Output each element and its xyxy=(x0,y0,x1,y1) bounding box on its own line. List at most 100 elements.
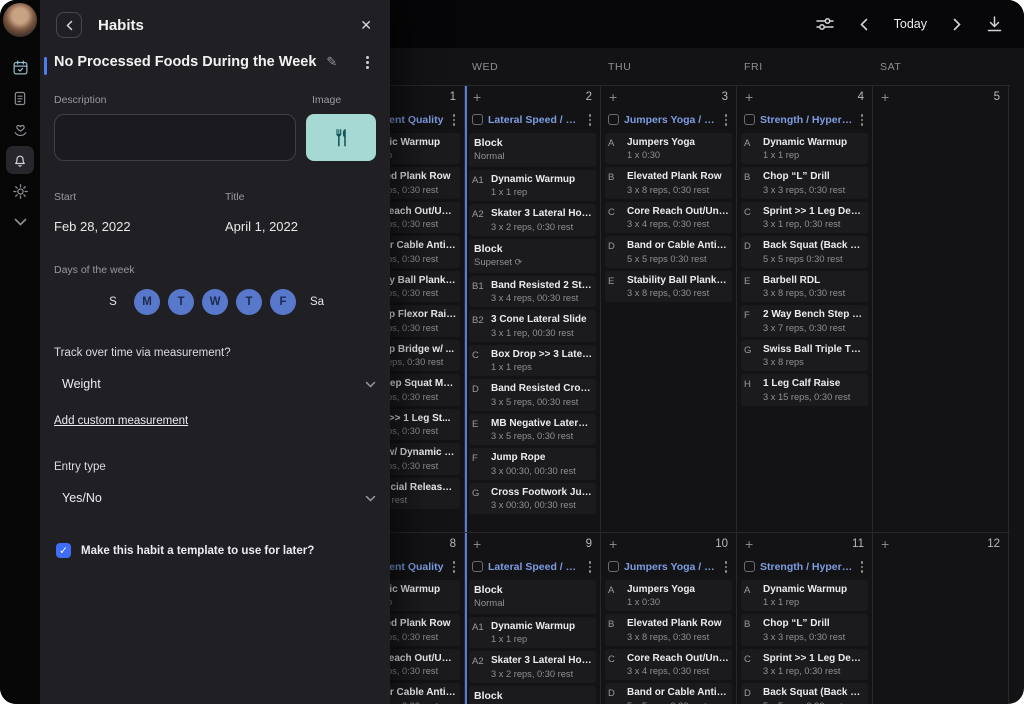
exercise-item[interactable]: CSprint >> 1 Leg Declarations3 x 1 rep, … xyxy=(741,649,868,681)
add-event-icon[interactable]: + xyxy=(473,538,481,550)
exercise-item[interactable]: B1Band Resisted 2 Step Late...3 x 4 reps… xyxy=(469,276,596,308)
exercise-item[interactable]: EBarbell RDL3 x 8 reps, 0:30 rest xyxy=(741,271,868,303)
entry-type-select[interactable]: Yes/No xyxy=(62,491,376,505)
habit-menu-icon[interactable] xyxy=(363,55,372,70)
next-week-button[interactable] xyxy=(953,18,961,31)
close-button[interactable]: ✕ xyxy=(358,13,374,38)
workout-checkbox[interactable] xyxy=(608,114,619,125)
workout-menu-icon[interactable] xyxy=(858,113,867,127)
workout-checkbox[interactable] xyxy=(472,114,483,125)
exercise-item[interactable]: A1Dynamic Warmup1 x 1 rep xyxy=(469,617,596,649)
exercise-item[interactable]: EStability Ball Plank Linear ...3 x 8 re… xyxy=(605,271,732,303)
export-button[interactable] xyxy=(987,16,1002,32)
sidebar-expand[interactable] xyxy=(6,208,34,236)
workout-menu-icon[interactable] xyxy=(586,113,595,127)
day-toggle[interactable]: W xyxy=(202,289,228,315)
workout-title[interactable]: Lateral Speed / Plyo xyxy=(488,561,581,573)
calendar-day-cell[interactable]: +11Strength / Hypertro...ADynamic Warmup… xyxy=(737,533,873,704)
sidebar-item-wellness[interactable] xyxy=(6,115,34,143)
day-toggle[interactable]: T xyxy=(168,289,194,315)
add-event-icon[interactable]: + xyxy=(473,91,481,103)
exercise-item[interactable]: B23 Cone Lateral Slide3 x 1 rep, 00:30 r… xyxy=(469,310,596,342)
exercise-item[interactable]: DBand or Cable Anti Rotati...5 x 5 reps … xyxy=(605,683,732,704)
exercise-item[interactable]: CSprint >> 1 Leg Declarations3 x 1 rep, … xyxy=(741,202,868,234)
calendar-day-cell[interactable]: +10Jumpers Yoga / CoreAJumpers Yoga1 x 0… xyxy=(601,533,737,704)
sidebar-item-settings[interactable] xyxy=(6,177,34,205)
workout-menu-icon[interactable] xyxy=(722,113,731,127)
sidebar-item-habits[interactable] xyxy=(6,146,34,174)
exercise-item[interactable]: A1Dynamic Warmup1 x 1 rep xyxy=(469,170,596,202)
back-button[interactable] xyxy=(56,12,82,38)
exercise-item[interactable]: DBack Squat (Back Off Set)5 x 5 reps 0:3… xyxy=(741,683,868,704)
edit-icon[interactable]: ✎ xyxy=(326,54,337,70)
day-toggle[interactable]: F xyxy=(270,289,296,315)
exercise-item[interactable]: EMB Negative Lateral Hop...3 x 5 reps, 0… xyxy=(469,414,596,446)
workout-card[interactable]: Jumpers Yoga / Core AJumpers Yoga1 x 0:30… xyxy=(605,108,732,302)
image-thumbnail[interactable] xyxy=(306,114,376,161)
measurement-select[interactable]: Weight xyxy=(62,377,376,391)
sidebar-item-calendar[interactable] xyxy=(6,53,34,81)
exercise-item[interactable]: ADynamic Warmup1 x 1 rep xyxy=(741,133,868,165)
exercise-item[interactable]: CCore Reach Out/Under3 x 4 reps, 0:30 re… xyxy=(605,202,732,234)
exercise-item[interactable]: BChop “L” Drill3 x 3 reps, 0:30 rest xyxy=(741,167,868,199)
prev-week-button[interactable] xyxy=(860,18,868,31)
workout-card[interactable]: Jumpers Yoga / Core AJumpers Yoga1 x 0:30… xyxy=(605,555,732,704)
workout-menu-icon[interactable] xyxy=(858,560,867,574)
day-toggle[interactable]: T xyxy=(236,289,262,315)
workout-title[interactable]: Strength / Hypertro... xyxy=(760,114,853,126)
exercise-item[interactable]: DBack Squat (Back Off Set)5 x 5 reps 0:3… xyxy=(741,236,868,268)
exercise-item[interactable]: DBand Resisted Crossover...3 x 5 reps, 0… xyxy=(469,379,596,411)
workout-card[interactable]: Lateral Speed / PlyoBlockNormalA1Dynamic… xyxy=(469,108,596,514)
filter-button[interactable] xyxy=(816,17,834,31)
add-event-icon[interactable]: + xyxy=(881,91,889,103)
exercise-item[interactable]: ADynamic Warmup1 x 1 rep xyxy=(741,580,868,612)
workout-title[interactable]: Jumpers Yoga / Core xyxy=(624,114,717,126)
workout-title[interactable]: Jumpers Yoga / Core xyxy=(624,561,717,573)
description-input[interactable] xyxy=(54,114,296,161)
calendar-day-cell[interactable]: +3Jumpers Yoga / CoreAJumpers Yoga1 x 0:… xyxy=(601,86,737,532)
add-event-icon[interactable]: + xyxy=(745,91,753,103)
workout-menu-icon[interactable] xyxy=(586,560,595,574)
exercise-item[interactable]: FJump Rope3 x 00:30, 00:30 rest xyxy=(469,448,596,480)
workout-title[interactable]: Strength / Hypertro... xyxy=(760,561,853,573)
calendar-day-cell[interactable]: +4Strength / Hypertro...ADynamic Warmup1… xyxy=(737,86,873,532)
workout-card[interactable]: Strength / Hypertro... ADynamic Warmup1 x… xyxy=(741,108,868,406)
workout-menu-icon[interactable] xyxy=(450,113,459,127)
calendar-day-cell[interactable]: +9Lateral Speed / PlyoBlockNormalA1Dynam… xyxy=(465,533,601,704)
exercise-item[interactable]: H1 Leg Calf Raise3 x 15 reps, 0:30 rest xyxy=(741,374,868,406)
day-toggle[interactable]: M xyxy=(134,289,160,315)
workout-checkbox[interactable] xyxy=(608,561,619,572)
exercise-item[interactable]: CBox Drop >> 3 Lateral H...1 x 1 reps xyxy=(469,345,596,377)
add-event-icon[interactable]: + xyxy=(609,91,617,103)
exercise-item[interactable]: DBand or Cable Anti Rotati...5 x 5 reps … xyxy=(605,236,732,268)
today-button[interactable]: Today xyxy=(894,17,927,31)
exercise-item[interactable]: CCore Reach Out/Under3 x 4 reps, 0:30 re… xyxy=(605,649,732,681)
add-event-icon[interactable]: + xyxy=(881,538,889,550)
exercise-item[interactable]: F2 Way Bench Step Up3 x 7 reps, 0:30 res… xyxy=(741,305,868,337)
calendar-day-cell[interactable]: +5 xyxy=(873,86,1009,532)
end-date-value[interactable]: April 1, 2022 xyxy=(225,219,298,234)
avatar[interactable] xyxy=(3,3,37,37)
exercise-item[interactable]: AJumpers Yoga1 x 0:30 xyxy=(605,133,732,165)
workout-title[interactable]: Lateral Speed / Plyo xyxy=(488,114,581,126)
exercise-item[interactable]: BElevated Plank Row3 x 8 reps, 0:30 rest xyxy=(605,167,732,199)
add-custom-measurement-link[interactable]: Add custom measurement xyxy=(54,415,188,427)
sidebar-item-notes[interactable] xyxy=(6,84,34,112)
start-date-value[interactable]: Feb 28, 2022 xyxy=(54,219,225,234)
workout-card[interactable]: Lateral Speed / PlyoBlockNormalA1Dynamic… xyxy=(469,555,596,704)
exercise-item[interactable]: GSwiss Ball Triple Threat3 x 8 reps xyxy=(741,340,868,372)
day-toggle[interactable]: Sa xyxy=(304,289,330,315)
template-checkbox[interactable]: ✓ xyxy=(56,543,71,558)
exercise-item[interactable]: GCross Footwork Jump Rope3 x 00:30, 00:3… xyxy=(469,483,596,515)
day-toggle[interactable]: S xyxy=(100,289,126,315)
workout-menu-icon[interactable] xyxy=(722,560,731,574)
calendar-day-cell[interactable]: +12 xyxy=(873,533,1009,704)
calendar-day-cell[interactable]: +2Lateral Speed / PlyoBlockNormalA1Dynam… xyxy=(465,86,601,532)
exercise-item[interactable]: BElevated Plank Row3 x 8 reps, 0:30 rest xyxy=(605,614,732,646)
exercise-item[interactable]: A2Skater 3 Lateral Hops >> ...3 x 2 reps… xyxy=(469,651,596,683)
workout-checkbox[interactable] xyxy=(744,561,755,572)
add-event-icon[interactable]: + xyxy=(609,538,617,550)
exercise-item[interactable]: AJumpers Yoga1 x 0:30 xyxy=(605,580,732,612)
workout-card[interactable]: Strength / Hypertro... ADynamic Warmup1 x… xyxy=(741,555,868,704)
exercise-item[interactable]: A2Skater 3 Lateral Hops >> ...3 x 2 reps… xyxy=(469,204,596,236)
